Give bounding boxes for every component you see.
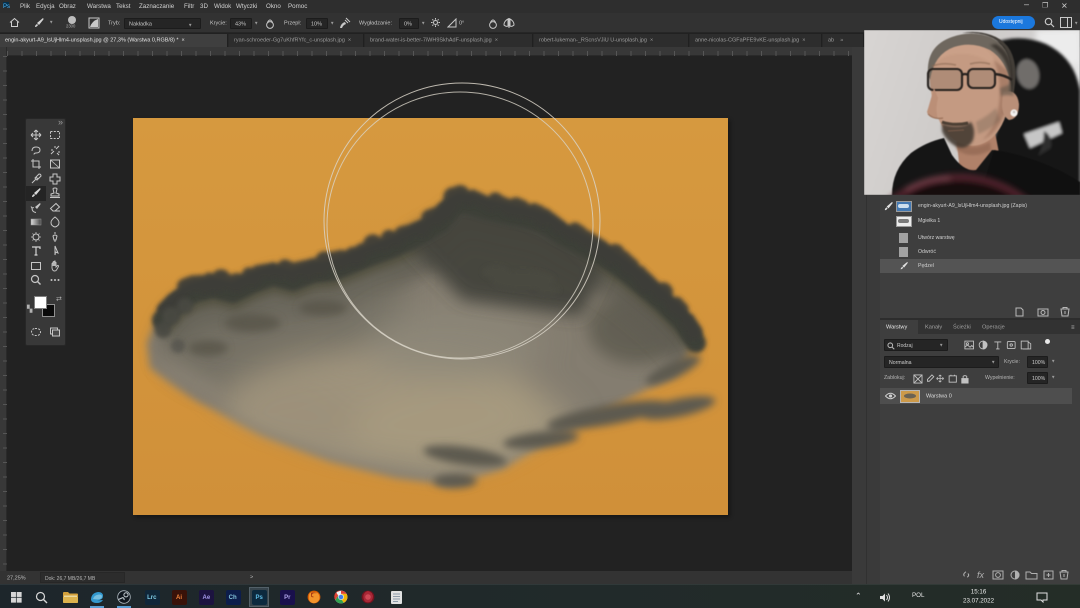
svg-text:fx: fx xyxy=(977,570,985,580)
